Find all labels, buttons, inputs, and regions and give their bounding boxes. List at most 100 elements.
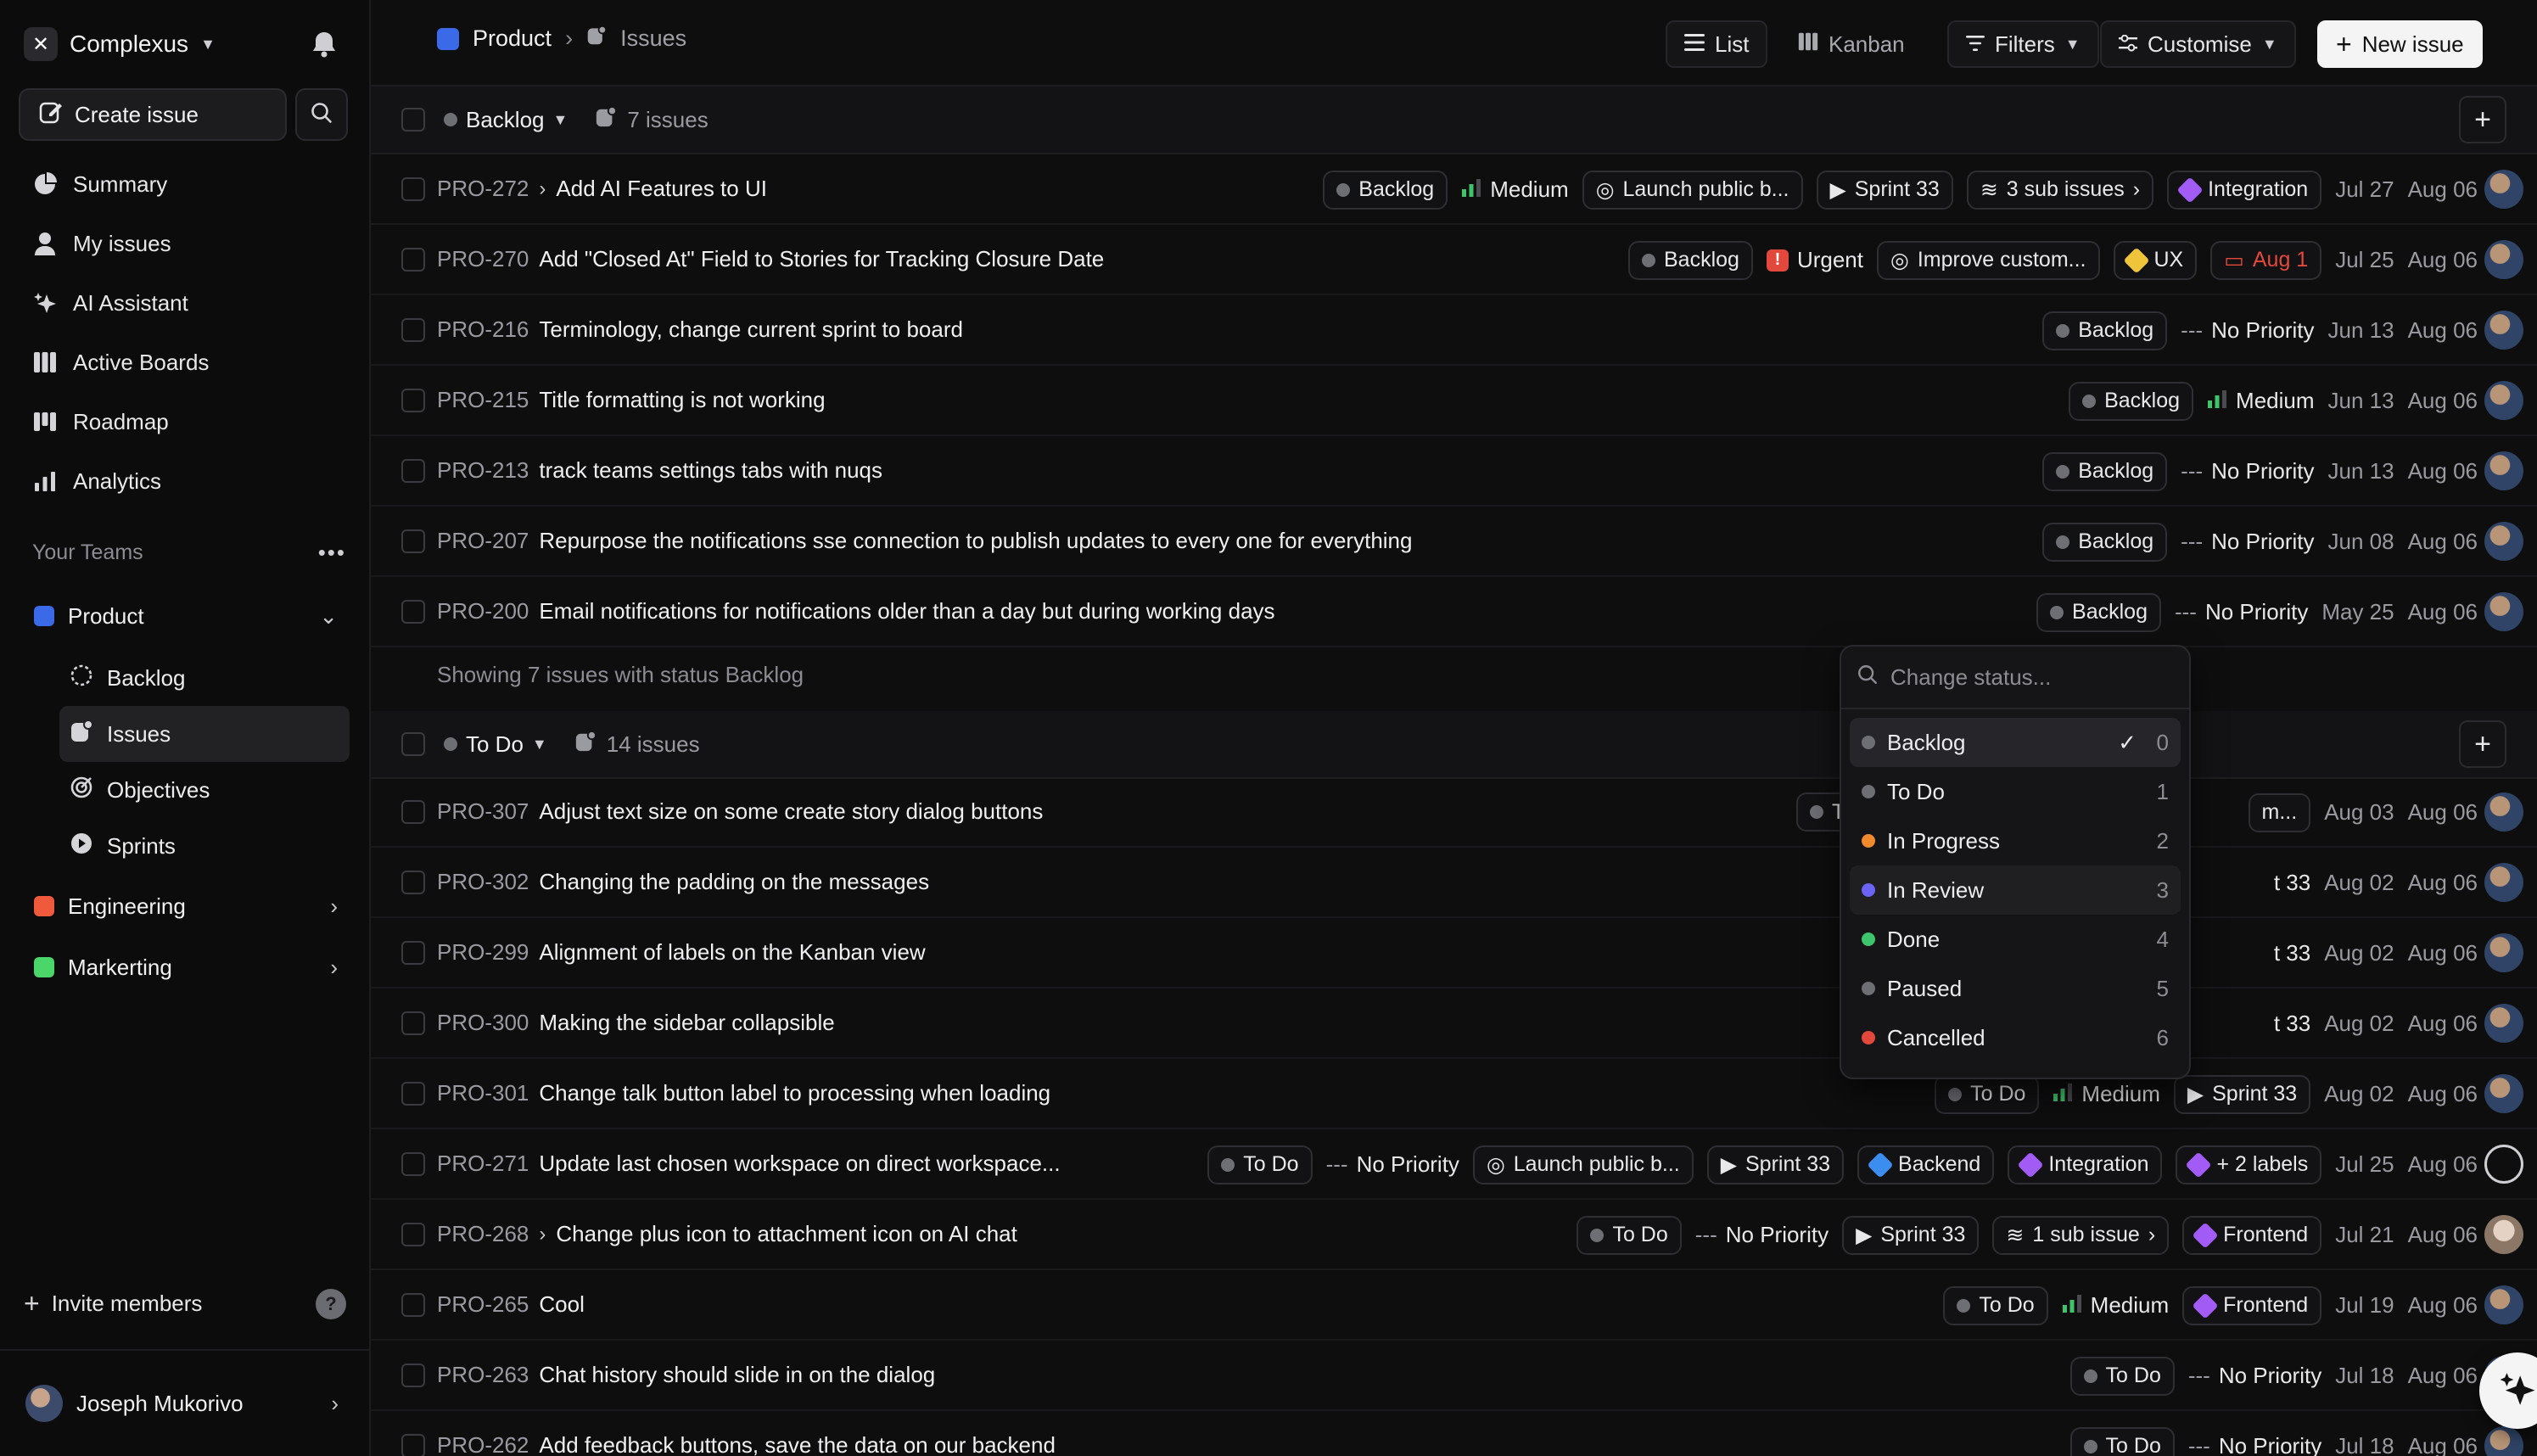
assignee-avatar[interactable] — [2484, 592, 2523, 631]
priority[interactable]: --- No Priority — [2181, 458, 2314, 484]
table-row[interactable]: PRO-268 › Change plus icon to attachment… — [371, 1200, 2537, 1270]
workspace-switcher[interactable]: ✕ Complexus ▼ — [24, 24, 216, 64]
sprint-pill[interactable]: ▶ Sprint 33 — [1816, 170, 1953, 210]
table-row[interactable]: PRO-213 track teams settings tabs with n… — [371, 436, 2537, 507]
assignee-avatar[interactable] — [2484, 1004, 2523, 1043]
issue-title[interactable]: Title formatting is not working — [539, 387, 825, 413]
row-checkbox[interactable] — [401, 940, 425, 965]
table-row[interactable]: PRO-263 Chat history should slide in on … — [371, 1341, 2537, 1411]
row-checkbox[interactable] — [401, 870, 425, 894]
unassigned-avatar-icon[interactable] — [2484, 1145, 2523, 1184]
status-pill[interactable]: To Do — [1935, 1074, 2040, 1114]
status-pill[interactable]: Backlog — [1323, 170, 1448, 210]
status-option-in-review[interactable]: In Review 3 — [1850, 865, 2181, 915]
priority[interactable]: Medium — [2053, 1081, 2160, 1107]
more-labels-pill[interactable]: + 2 labels — [2176, 1145, 2322, 1184]
table-row[interactable]: PRO-301 Change talk button label to proc… — [371, 1059, 2537, 1129]
table-row[interactable]: PRO-215 Title formatting is not working … — [371, 366, 2537, 436]
issue-title[interactable]: track teams settings tabs with nuqs — [539, 457, 882, 484]
table-row[interactable]: PRO-207 Repurpose the notifications sse … — [371, 507, 2537, 577]
row-checkbox[interactable] — [401, 1363, 425, 1387]
priority[interactable]: --- No Priority — [2181, 317, 2314, 344]
issue-title[interactable]: Alignment of labels on the Kanban view — [539, 939, 925, 966]
assignee-avatar[interactable] — [2484, 792, 2523, 832]
priority[interactable]: Medium — [2062, 1292, 2169, 1319]
label-pill[interactable]: Integration — [2167, 170, 2322, 210]
invite-members[interactable]: + Invite members ? — [24, 1288, 346, 1319]
label-pill[interactable]: Integration — [2008, 1145, 2163, 1184]
objective-pill[interactable]: m... — [2248, 792, 2311, 832]
assignee-avatar[interactable] — [2484, 240, 2523, 279]
label-pill[interactable]: UX — [2113, 240, 2198, 280]
subnav-objectives[interactable]: Objectives — [59, 762, 350, 818]
row-checkbox[interactable] — [401, 388, 425, 412]
issue-title[interactable]: Changing the padding on the messages — [539, 869, 929, 895]
add-issue-button[interactable]: + — [2459, 96, 2506, 143]
issue-title[interactable]: Adjust text size on some create story di… — [539, 798, 1043, 825]
table-row[interactable]: PRO-307 Adjust text size on some create … — [371, 777, 2537, 848]
objective-pill[interactable]: ◎ Improve custom... — [1877, 240, 2100, 280]
status-search[interactable]: Change status... — [1841, 647, 2189, 709]
view-list-button[interactable]: List — [1666, 20, 1768, 68]
nav-my-issues[interactable]: My issues — [19, 214, 350, 273]
status-pill[interactable]: Backlog — [2042, 522, 2168, 562]
chevron-right-icon[interactable]: › — [539, 177, 546, 201]
assignee-avatar[interactable] — [2484, 933, 2523, 972]
notifications-bell-icon[interactable] — [305, 25, 343, 63]
issue-title[interactable]: Add feedback buttons, save the data on o… — [539, 1432, 1056, 1456]
status-pill[interactable]: Backlog — [1628, 240, 1753, 280]
objective-pill[interactable]: ◎ Launch public b... — [1582, 170, 1803, 210]
assignee-avatar[interactable] — [2484, 1074, 2523, 1113]
status-pill[interactable]: To Do — [2069, 1426, 2175, 1456]
row-checkbox[interactable] — [401, 1151, 425, 1176]
assignee-avatar[interactable] — [2484, 522, 2523, 561]
assignee-avatar[interactable] — [2484, 1215, 2523, 1254]
status-pill[interactable]: To Do — [2069, 1356, 2175, 1396]
nav-roadmap[interactable]: Roadmap — [19, 392, 350, 451]
filters-button[interactable]: Filters ▼ — [1947, 20, 2099, 68]
row-checkbox[interactable] — [401, 799, 425, 824]
table-row[interactable]: PRO-302 Changing the padding on the mess… — [371, 848, 2537, 918]
row-checkbox[interactable] — [401, 1222, 425, 1246]
group-status-toggle[interactable]: To Do ▼ — [444, 731, 547, 758]
sprint-pill[interactable]: ▶ Sprint 33 — [1706, 1145, 1845, 1184]
table-row[interactable]: PRO-216 Terminology, change current spri… — [371, 295, 2537, 366]
priority[interactable]: Medium — [2207, 388, 2315, 414]
row-checkbox[interactable] — [401, 458, 425, 483]
view-kanban-button[interactable]: Kanban — [1779, 20, 1924, 68]
priority[interactable]: --- No Priority — [2188, 1363, 2321, 1389]
team-product[interactable]: Product ⌄ — [19, 589, 350, 643]
issue-title[interactable]: Add "Closed At" Field to Stories for Tra… — [539, 246, 1104, 272]
assignee-avatar[interactable] — [2484, 170, 2523, 209]
subnav-sprints[interactable]: Sprints — [59, 818, 350, 874]
row-checkbox[interactable] — [401, 247, 425, 272]
issue-title[interactable]: Update last chosen workspace on direct w… — [539, 1151, 1060, 1177]
status-option-done[interactable]: Done 4 — [1850, 915, 2181, 964]
row-checkbox[interactable] — [401, 529, 425, 553]
new-issue-button[interactable]: + New issue — [2317, 20, 2483, 68]
label-pill[interactable]: Frontend — [2182, 1215, 2322, 1255]
status-option-backlog[interactable]: Backlog ✓ 0 — [1850, 718, 2181, 767]
create-issue-button[interactable]: Create issue — [19, 88, 287, 141]
assignee-avatar[interactable] — [2484, 863, 2523, 902]
status-option-in-progress[interactable]: In Progress 2 — [1850, 816, 2181, 865]
assignee-avatar[interactable] — [2484, 451, 2523, 490]
assignee-avatar[interactable] — [2484, 311, 2523, 350]
priority[interactable]: --- No Priority — [2188, 1433, 2321, 1456]
assignee-avatar[interactable] — [2484, 381, 2523, 420]
sprint-peek[interactable]: t 33 — [2274, 870, 2310, 896]
row-checkbox[interactable] — [401, 1011, 425, 1035]
table-row[interactable]: PRO-200 Email notifications for notifica… — [371, 577, 2537, 647]
row-checkbox[interactable] — [401, 1433, 425, 1456]
nav-summary[interactable]: Summary — [19, 154, 350, 214]
subnav-backlog[interactable]: Backlog — [59, 650, 350, 706]
table-row[interactable]: PRO-265 Cool To Do Medium Frontend Jul 1… — [371, 1270, 2537, 1341]
status-option-todo[interactable]: To Do 1 — [1850, 767, 2181, 816]
priority[interactable]: --- No Priority — [2175, 599, 2308, 625]
more-options-icon[interactable]: ••• — [318, 540, 346, 566]
label-pill[interactable]: Frontend — [2182, 1285, 2322, 1325]
group-checkbox[interactable] — [401, 732, 425, 756]
subnav-issues[interactable]: Issues — [59, 706, 350, 762]
due-date-pill[interactable]: ▭ Aug 1 — [2210, 240, 2322, 280]
status-pill[interactable]: To Do — [1943, 1285, 2048, 1325]
